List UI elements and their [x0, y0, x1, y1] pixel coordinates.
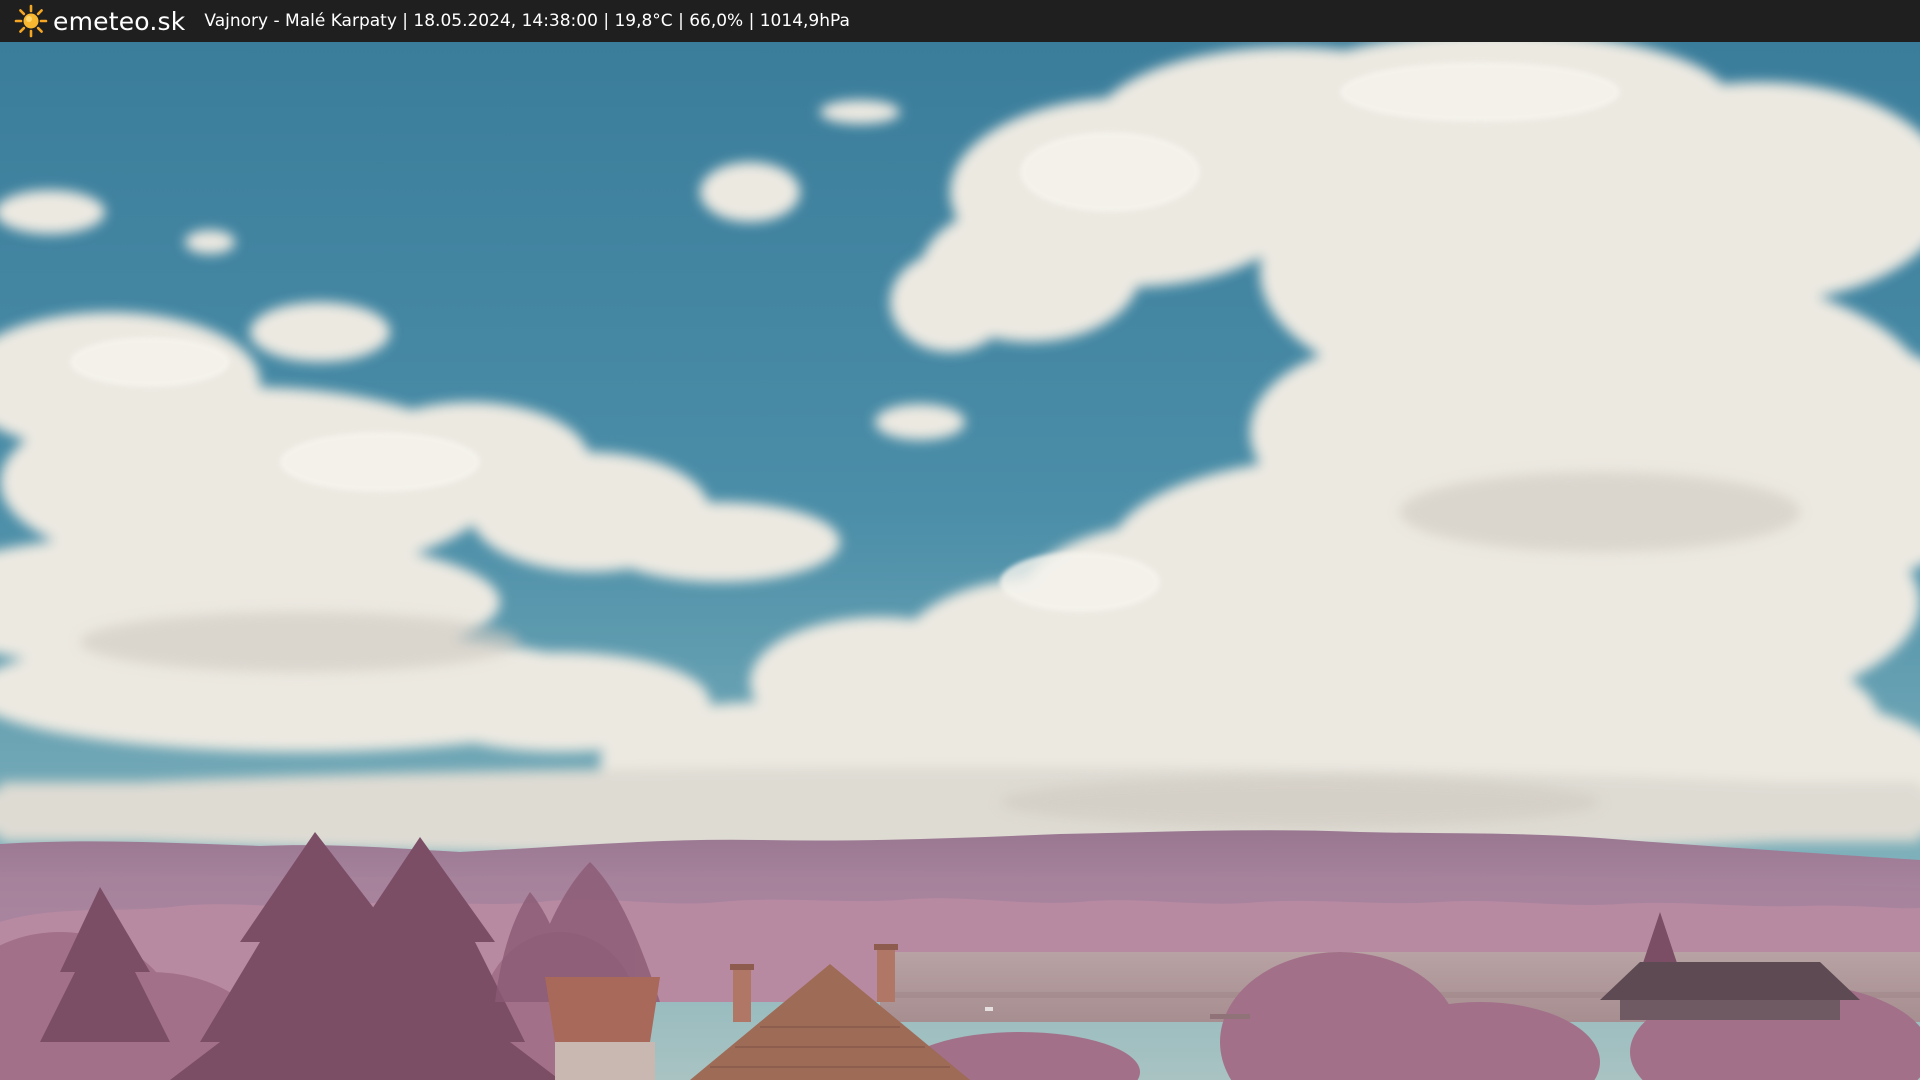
sun-icon	[14, 4, 48, 38]
site-logo[interactable]: emeteo.sk	[14, 4, 185, 38]
header-bar: emeteo.sk Vajnory - Malé Karpaty | 18.05…	[0, 0, 1920, 42]
brand-name[interactable]: emeteo.sk	[53, 7, 185, 36]
webcam-image	[0, 42, 1920, 1080]
chimney	[877, 947, 895, 1002]
station-caption: Vajnory - Malé Karpaty | 18.05.2024, 14:…	[204, 11, 850, 31]
house-left	[545, 977, 660, 1080]
chimney	[733, 967, 751, 1022]
house-right	[1600, 962, 1860, 1020]
